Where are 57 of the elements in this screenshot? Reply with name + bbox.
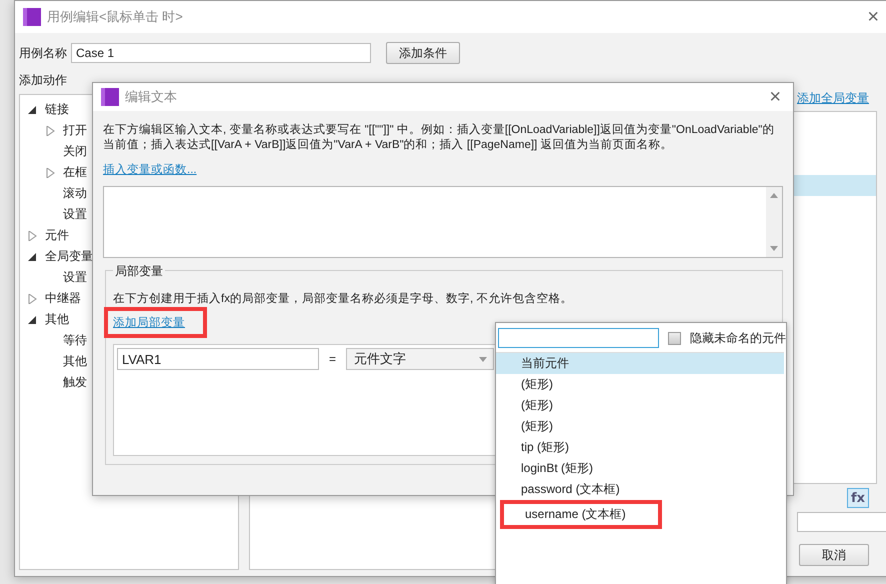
scroll-up-icon[interactable] bbox=[770, 193, 778, 198]
instructions-text: 在下方编辑区输入文本, 变量名称或表达式要写在 "[[""]]" 中。例如：插入变量[[OnLoadVariable]]返回值为变量"OnLoadVariable"的当前值；插入表达式[[VarA + VarB]]返回值为"VarA + VarB"的和；插入 [[PageName]] 返回值为当前页面名称。 bbox=[103, 123, 776, 153]
tree-item[interactable]: 其他 bbox=[63, 353, 87, 370]
widget-list-item[interactable]: tip (矩形) bbox=[496, 437, 784, 458]
group-title: 局部变量 bbox=[113, 263, 165, 280]
widget-list-item[interactable]: (矩形) bbox=[496, 374, 784, 395]
tree-item[interactable]: 等待 bbox=[63, 332, 87, 349]
text-editor[interactable] bbox=[103, 186, 783, 258]
tree-item[interactable]: 滚动 bbox=[63, 185, 87, 202]
checkbox[interactable] bbox=[668, 332, 681, 344]
case-name-field[interactable]: Case 1 bbox=[71, 43, 371, 63]
expanded-triangle-icon[interactable] bbox=[28, 104, 37, 114]
widget-list-item[interactable]: 当前元件 bbox=[496, 353, 784, 374]
tree-item[interactable]: 元件 bbox=[45, 227, 69, 244]
cancel-button[interactable]: 取消 bbox=[799, 544, 869, 566]
column-heading: 添加动作 bbox=[19, 72, 68, 89]
window-title: 用例编辑<鼠标单击 时> bbox=[47, 8, 184, 26]
value-field[interactable] bbox=[797, 512, 886, 532]
collapsed-triangle-icon[interactable] bbox=[28, 230, 37, 240]
tree-item[interactable]: 设置 bbox=[63, 206, 87, 223]
collapsed-triangle-icon[interactable] bbox=[28, 294, 37, 304]
source-dropdown[interactable]: 元件文字 bbox=[346, 348, 494, 370]
expanded-triangle-icon[interactable] bbox=[28, 252, 37, 262]
widget-list-item[interactable]: (矩形) bbox=[496, 416, 784, 437]
add-global-variable-link[interactable]: 添加全局变量 bbox=[797, 91, 869, 105]
collapsed-triangle-icon[interactable] bbox=[46, 126, 55, 136]
fx-button[interactable]: fx bbox=[847, 488, 869, 508]
widget-list-item[interactable]: loginBt (矩形) bbox=[496, 458, 784, 479]
tree-item[interactable]: 链接 bbox=[45, 101, 69, 118]
scrollbar[interactable] bbox=[766, 187, 782, 257]
add-condition-button[interactable]: 添加条件 bbox=[386, 42, 460, 64]
widget-list-item[interactable]: username (文本框) bbox=[500, 500, 662, 529]
close-button[interactable]: × bbox=[863, 7, 883, 27]
tree-item[interactable]: 中继器 bbox=[45, 290, 81, 307]
checkbox-label: 隐藏未命名的元件 bbox=[690, 330, 786, 346]
case-name-label: 用例名称 bbox=[19, 44, 67, 62]
tree-item[interactable]: 打开 bbox=[63, 122, 87, 139]
tree-item[interactable]: 关闭 bbox=[63, 143, 87, 160]
dropdown-caret-icon[interactable] bbox=[479, 356, 488, 362]
tree-item[interactable]: 其他 bbox=[45, 311, 69, 328]
expanded-triangle-icon[interactable] bbox=[28, 314, 37, 324]
tree-item[interactable]: 在框 bbox=[63, 164, 87, 181]
close-button[interactable]: × bbox=[765, 87, 785, 107]
tree-item[interactable]: 全局变量 bbox=[45, 248, 93, 265]
widget-search-field[interactable] bbox=[498, 328, 660, 348]
tree-item[interactable]: 触发 bbox=[63, 374, 87, 391]
dialog-title: 编辑文本 bbox=[125, 88, 178, 106]
equals-sign: = bbox=[329, 352, 336, 366]
collapsed-triangle-icon[interactable] bbox=[46, 168, 55, 178]
local-variables-text: 在下方创建用于插入fx的局部变量，局部变量名称必须是字母、数字, 不允许包含空格。 bbox=[113, 292, 574, 307]
widget-list-item[interactable]: password (文本框) bbox=[496, 479, 784, 500]
variable-name-field[interactable]: LVAR1 bbox=[117, 348, 319, 370]
scroll-down-icon[interactable] bbox=[770, 246, 778, 251]
add-local-variable-link[interactable]: 添加局部变量 bbox=[113, 317, 185, 329]
insert-variable-link[interactable]: 插入变量或函数... bbox=[103, 164, 197, 176]
tree-item[interactable]: 设置 bbox=[63, 269, 87, 286]
widget-list-item[interactable]: (矩形) bbox=[496, 395, 784, 416]
